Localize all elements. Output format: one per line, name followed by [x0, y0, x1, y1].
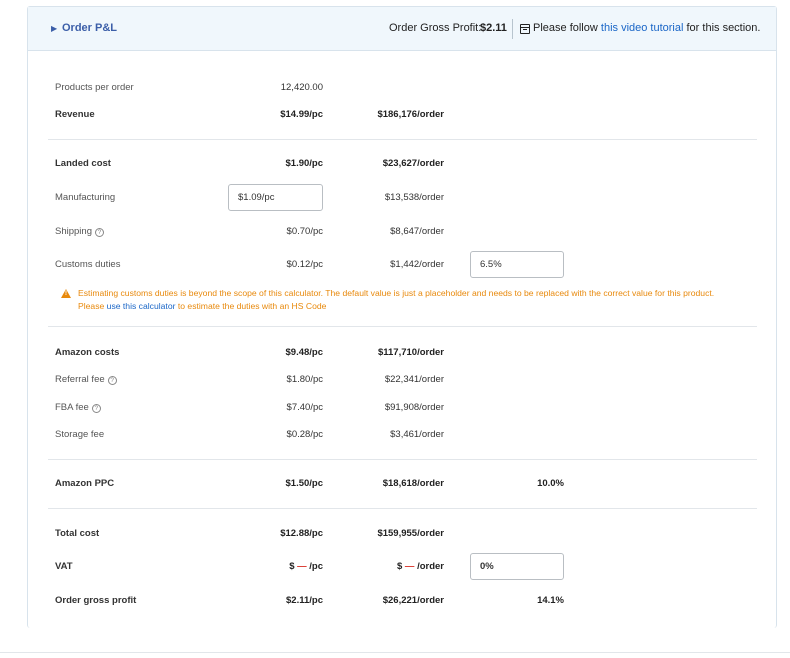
revenue-label: Revenue [55, 109, 95, 120]
divider [48, 459, 757, 460]
bottom-divider [0, 652, 790, 653]
storage-fee-per-pc: $0.28/pc [286, 429, 323, 440]
duty-calculator-link[interactable]: use this calculator [107, 301, 176, 311]
shipping-label: Shipping? [55, 226, 104, 237]
panel-title[interactable]: Order P&L [62, 22, 117, 34]
divider [48, 508, 757, 509]
tutorial-text: Please follow this video tutorial for th… [533, 22, 761, 34]
manufacturing-cost-input[interactable] [228, 184, 323, 211]
amazon-ppc-per-pc: $1.50/pc [285, 478, 324, 489]
customs-per-order: $1,442/order [390, 259, 444, 270]
revenue-per-order: $186,176/order [377, 109, 444, 120]
amazon-costs-per-order: $117,710/order [377, 347, 444, 358]
total-cost-per-pc: $12.88/pc [280, 528, 323, 539]
header-divider [512, 19, 513, 39]
amazon-ppc-label: Amazon PPC [55, 478, 115, 489]
products-per-order-value: 12,420.00 [280, 82, 323, 93]
gross-profit-label: Order Gross Profit: [389, 22, 482, 34]
storage-fee-label: Storage fee [55, 429, 105, 440]
landed-cost-per-order: $23,627/order [382, 158, 444, 169]
divider [48, 139, 757, 140]
amazon-ppc-percent: 10.0% [537, 478, 564, 489]
referral-fee-per-order: $22,341/order [384, 374, 444, 385]
video-tutorial-link[interactable]: this video tutorial [601, 22, 684, 34]
gross-profit-per-pc: $2.11/pc [286, 595, 323, 606]
shipping-per-pc: $0.70/pc [286, 226, 323, 237]
total-cost-per-order: $159,955/order [377, 528, 444, 539]
vat-per-pc: $ — /pc [289, 561, 323, 572]
warning-triangle-icon: ! [61, 289, 71, 298]
manufacturing-per-order: $13,538/order [384, 192, 444, 203]
customs-per-pc: $0.12/pc [286, 259, 323, 270]
landed-cost-label: Landed cost [55, 158, 111, 169]
gross-profit-value: $2.11 [480, 22, 507, 34]
revenue-per-pc: $14.99/pc [280, 109, 323, 120]
panel-header[interactable]: ▶ Order P&L Order Gross Profit: $2.11 Pl… [28, 7, 776, 51]
customs-rate-input[interactable] [470, 251, 564, 278]
fba-fee-per-pc: $7.40/pc [286, 402, 323, 413]
fba-fee-per-order: $91,908/order [384, 402, 444, 413]
question-circle-icon[interactable]: ? [94, 228, 104, 237]
question-circle-icon[interactable]: ? [91, 404, 101, 413]
caret-right-icon[interactable]: ▶ [51, 24, 57, 33]
divider [48, 326, 757, 327]
landed-cost-per-pc: $1.90/pc [285, 158, 324, 169]
products-per-order-label: Products per order [55, 82, 134, 93]
vat-label: VAT [55, 561, 73, 572]
total-cost-label: Total cost [55, 528, 100, 539]
manufacturing-label: Manufacturing [55, 192, 116, 203]
vat-rate-input[interactable] [470, 553, 564, 580]
customs-warning-text: Estimating customs duties is beyond the … [78, 288, 715, 298]
order-gross-profit-label: Order gross profit [55, 595, 137, 606]
shipping-per-order: $8,647/order [390, 226, 444, 237]
gross-profit-per-order: $26,221/order [382, 595, 444, 606]
video-icon [520, 24, 530, 34]
amazon-costs-label: Amazon costs [55, 347, 120, 358]
question-circle-icon[interactable]: ? [107, 376, 117, 385]
amazon-costs-per-pc: $9.48/pc [285, 347, 324, 358]
gross-profit-percent: 14.1% [537, 595, 564, 606]
fba-fee-label: FBA fee? [55, 402, 101, 413]
customs-warning-help: Please use this calculator to estimate t… [78, 301, 327, 311]
amazon-ppc-per-order: $18,618/order [382, 478, 444, 489]
referral-fee-per-pc: $1.80/pc [286, 374, 323, 385]
referral-fee-label: Referral fee? [55, 374, 117, 385]
customs-duties-label: Customs duties [55, 259, 121, 270]
storage-fee-per-order: $3,461/order [390, 429, 444, 440]
vat-per-order: $ — /order [396, 561, 444, 572]
